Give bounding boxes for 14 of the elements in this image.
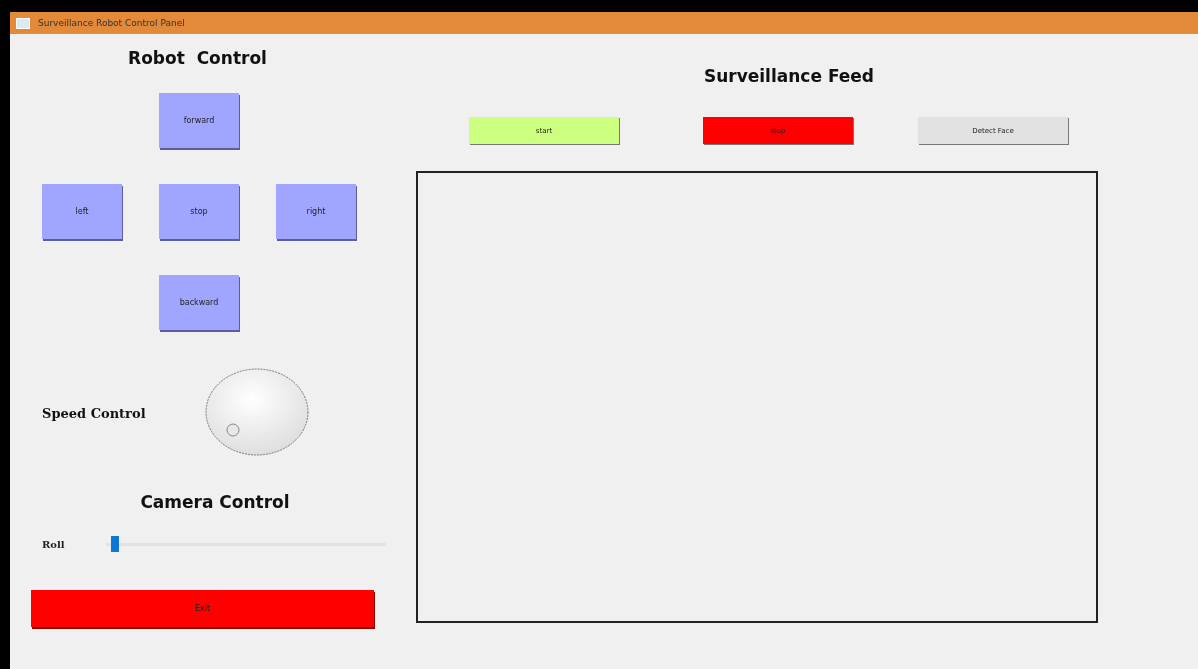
app-icon <box>16 17 30 29</box>
window-title: Surveillance Robot Control Panel <box>38 18 185 28</box>
direction-button[interactable]: backward <box>159 275 239 330</box>
direction-button[interactable]: left <box>42 184 122 239</box>
speed-label: Speed Control <box>42 405 147 421</box>
slider-label: Roll <box>42 538 66 550</box>
section-heading: Camera Control <box>139 492 291 512</box>
section-heading: Surveillance Feed <box>702 66 876 86</box>
section-heading: Robot Control <box>127 48 268 68</box>
direction-button[interactable]: right <box>276 184 356 239</box>
stop-button[interactable]: stop <box>159 184 239 239</box>
direction-button[interactable]: forward <box>159 93 239 148</box>
slider-thumb[interactable] <box>111 536 120 552</box>
exit-button[interactable]: Exit <box>31 590 374 627</box>
